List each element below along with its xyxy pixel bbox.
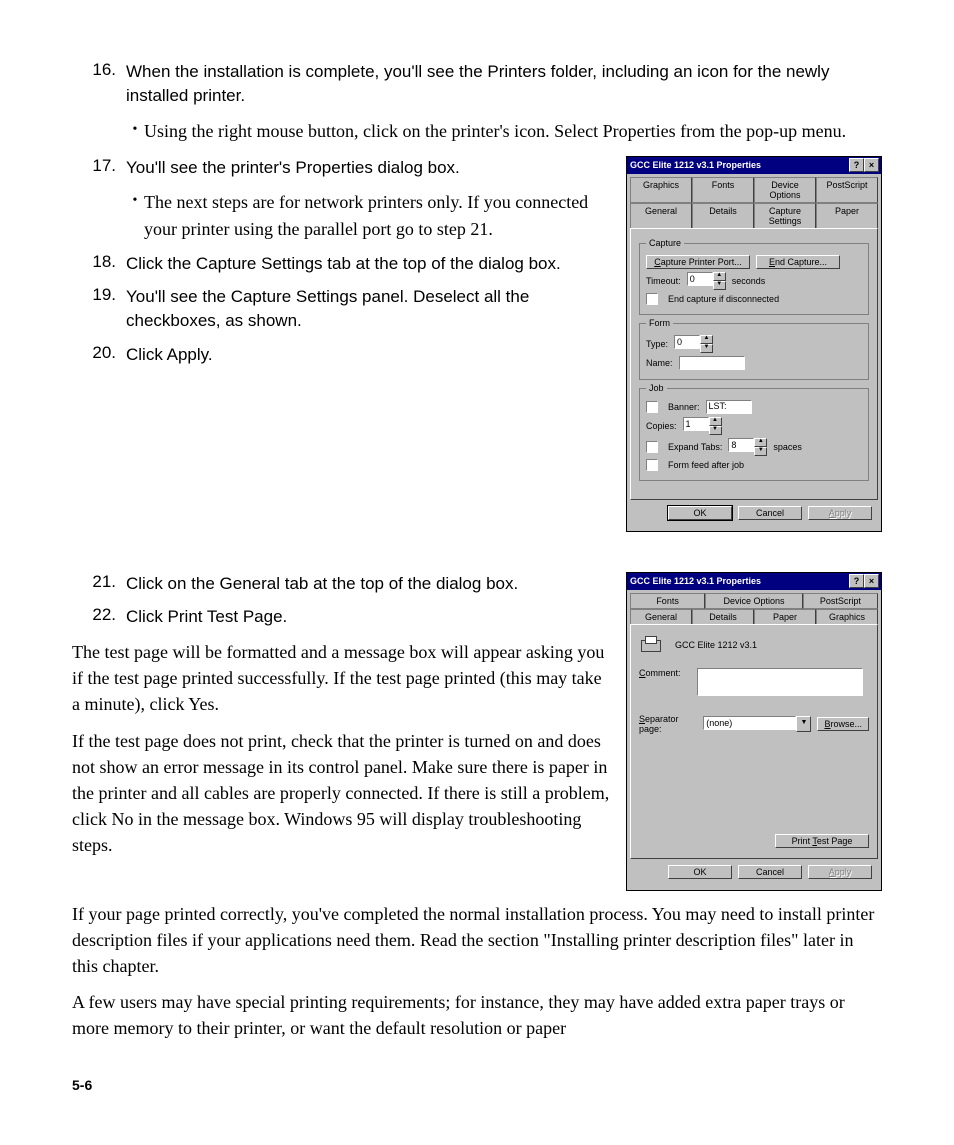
tab-capture-settings[interactable]: Capture Settings [754,203,816,228]
step-21-text: Click on the General tab at the top of t… [126,572,518,596]
expand-tabs-label: Expand Tabs: [668,442,722,452]
close-icon[interactable]: × [864,574,879,588]
ok-button[interactable]: OK [668,865,732,879]
timeout-spinner[interactable]: 0 ▲▼ [687,272,726,290]
paragraph-troubleshoot: If the test page does not print, check t… [72,728,612,858]
copies-label: Copies: [646,421,677,431]
step-number: 22. [72,605,126,629]
tab-device-options[interactable]: Device Options [754,177,816,203]
job-group: Job Banner: LST: Copies: 1 ▲▼ [639,388,869,481]
tab-graphics[interactable]: Graphics [630,177,692,203]
tab-postscript[interactable]: PostScript [816,177,878,203]
banner-label: Banner: [668,402,700,412]
tab-general[interactable]: General [630,609,692,624]
tab-graphics[interactable]: Graphics [816,609,878,624]
form-type-spinner[interactable]: 0 ▲▼ [674,335,713,353]
step-16-bullet: Using the right mouse button, click on t… [144,118,846,144]
step-22-text: Click Print Test Page. [126,605,287,629]
tab-details[interactable]: Details [692,203,754,228]
apply-button[interactable]: Apply [808,865,872,879]
step-18-text: Click the Capture Settings tab at the to… [126,252,561,276]
form-name-field [679,356,745,370]
banner-checkbox[interactable] [646,401,658,413]
paragraph-completed: If your page printed correctly, you've c… [72,901,882,979]
separator-label: Separator page: [639,714,697,734]
dialog-title: GCC Elite 1212 v3.1 Properties [630,576,761,586]
step-16-text: When the installation is complete, you'l… [126,60,882,108]
page-number: 5-6 [72,1077,882,1093]
step-17-bullet: The next steps are for network printers … [144,189,612,241]
cancel-button[interactable]: Cancel [738,865,802,879]
bullet-dot: • [126,189,144,241]
step-17-text: You'll see the printer's Properties dial… [126,156,460,180]
cancel-button[interactable]: Cancel [738,506,802,520]
print-test-page-button[interactable]: Print Test Page [775,834,869,848]
form-feed-label: Form feed after job [668,460,744,470]
chevron-down-icon[interactable]: ▼ [796,716,811,732]
ok-button[interactable]: OK [668,506,732,520]
paragraph-special-reqs: A few users may have special printing re… [72,989,882,1041]
capture-group: Capture Capture Printer Port... End Capt… [639,243,869,315]
help-icon[interactable]: ? [849,158,864,172]
step-20-text: Click Apply. [126,343,213,367]
tab-fonts[interactable]: Fonts [630,593,705,609]
bullet-dot: • [126,118,144,144]
tab-fonts[interactable]: Fonts [692,177,754,203]
end-capture-label: End capture if disconnected [668,294,779,304]
capture-printer-port-button[interactable]: Capture Printer Port... [646,255,750,269]
general-properties-dialog: GCC Elite 1212 v3.1 Properties ? × Fonts… [626,572,882,891]
close-icon[interactable]: × [864,158,879,172]
step-19-text: You'll see the Capture Settings panel. D… [126,285,612,333]
step-number: 20. [72,343,126,367]
tab-postscript[interactable]: PostScript [803,593,878,609]
timeout-unit: seconds [732,276,766,286]
help-icon[interactable]: ? [849,574,864,588]
printer-icon [639,636,661,654]
tab-general[interactable]: General [630,203,692,228]
form-name-label: Name: [646,358,673,368]
copies-spinner[interactable]: 1 ▲▼ [683,417,722,435]
form-type-label: Type: [646,339,668,349]
expand-tabs-checkbox[interactable] [646,441,658,453]
form-group: Form Type: 0 ▲▼ Name: [639,323,869,380]
tab-paper[interactable]: Paper [816,203,878,228]
browse-button[interactable]: Browse... [817,717,869,731]
timeout-label: Timeout: [646,276,681,286]
comment-label: Comment: [639,668,691,678]
end-capture-checkbox[interactable] [646,293,658,305]
separator-dropdown[interactable]: (none) ▼ [703,716,811,732]
step-number: 19. [72,285,126,333]
step-number: 18. [72,252,126,276]
printer-name-label: GCC Elite 1212 v3.1 [675,640,757,650]
paragraph-test-page: The test page will be formatted and a me… [72,639,612,717]
comment-field[interactable] [697,668,863,696]
expand-tabs-unit: spaces [773,442,802,452]
dialog-title: GCC Elite 1212 v3.1 Properties [630,160,761,170]
tab-details[interactable]: Details [692,609,754,624]
tab-device-options[interactable]: Device Options [705,593,803,609]
titlebar[interactable]: GCC Elite 1212 v3.1 Properties ? × [627,573,881,590]
form-feed-checkbox[interactable] [646,459,658,471]
apply-button[interactable]: Apply [808,506,872,520]
expand-tabs-spinner[interactable]: 8 ▲▼ [728,438,767,456]
banner-field[interactable]: LST: [706,400,752,414]
end-capture-button[interactable]: End Capture... [756,255,840,269]
titlebar[interactable]: GCC Elite 1212 v3.1 Properties ? × [627,157,881,174]
tab-paper[interactable]: Paper [754,609,816,624]
step-number: 21. [72,572,126,596]
step-number: 17. [72,156,126,180]
step-number: 16. [72,60,126,108]
capture-settings-dialog: GCC Elite 1212 v3.1 Properties ? × Graph… [626,156,882,532]
